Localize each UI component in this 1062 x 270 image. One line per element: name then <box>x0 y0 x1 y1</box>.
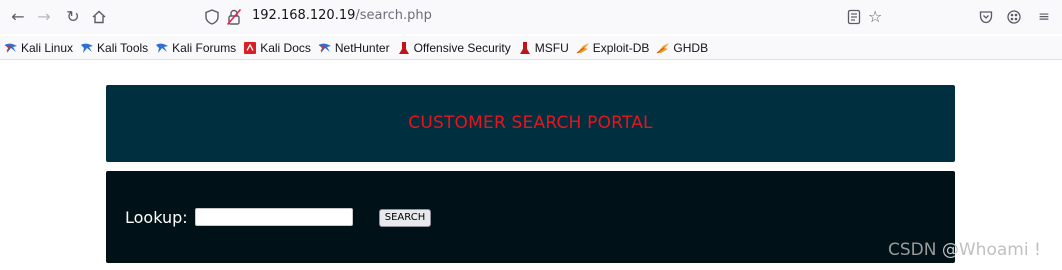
bookmark-label: MSFU <box>534 40 569 55</box>
bookmark-kali-linux[interactable]: Kali Linux <box>4 41 73 55</box>
bookmark-msfu[interactable]: MSFU <box>518 41 569 55</box>
hamburger-menu-icon[interactable]: ≡ <box>1034 7 1054 27</box>
page-title: CUSTOMER SEARCH PORTAL <box>408 113 653 133</box>
lookup-input[interactable] <box>195 208 353 226</box>
bookmark-label: Kali Tools <box>97 40 149 55</box>
kali-dragon-icon <box>4 41 18 55</box>
pocket-icon[interactable] <box>976 7 996 27</box>
bookmark-offensive-security[interactable]: Offensive Security <box>397 41 511 55</box>
bookmark-label: NetHunter <box>334 40 390 55</box>
url-host: 192.168.120.19 <box>252 8 356 23</box>
extensions-icon[interactable] <box>1004 7 1024 27</box>
back-arrow-icon[interactable]: ← <box>8 7 28 27</box>
kali-dragon-icon <box>80 41 94 55</box>
home-icon[interactable] <box>89 7 109 27</box>
url-text[interactable]: 192.168.120.19/search.php <box>252 8 432 23</box>
browser-toolbar: ← → ↻ 192.168.120.19/search.php ☆ ≡ <box>0 0 1062 34</box>
bookmark-label: Kali Docs <box>260 40 311 55</box>
bookmark-label: Kali Linux <box>21 40 74 55</box>
bookmark-nethunter[interactable]: NetHunter <box>318 41 390 55</box>
search-form: Lookup: SEARCH <box>106 171 955 263</box>
offsec-icon <box>397 41 411 55</box>
bookmark-label: GHDB <box>673 40 709 55</box>
bookmark-label: Offensive Security <box>413 40 511 55</box>
bookmark-label: Kali Forums <box>172 40 237 55</box>
reader-view-icon[interactable] <box>846 9 862 25</box>
bookmark-ghdb[interactable]: GHDB <box>656 41 708 55</box>
exploitdb-icon <box>656 41 670 55</box>
bookmarks-bar: Kali Linux Kali Tools Kali Forums Kali D… <box>0 36 1062 60</box>
exploitdb-icon <box>576 41 590 55</box>
offsec-icon <box>518 41 532 55</box>
portal-header: CUSTOMER SEARCH PORTAL <box>106 85 955 162</box>
watermark: CSDN @Whoami ! <box>888 240 1041 260</box>
bookmark-kali-tools[interactable]: Kali Tools <box>80 41 148 55</box>
watermark-handle: @Whoami ! <box>941 240 1041 260</box>
bookmark-label: Exploit-DB <box>592 40 650 55</box>
kali-dragon-icon <box>318 41 332 55</box>
bookmark-kali-forums[interactable]: Kali Forums <box>155 41 236 55</box>
kali-dragon-icon <box>155 41 169 55</box>
bookmark-kali-docs[interactable]: Kali Docs <box>243 41 311 55</box>
url-bar[interactable]: 192.168.120.19/search.php ☆ <box>196 3 896 31</box>
insecure-connection-icon[interactable] <box>226 8 242 26</box>
tracking-protection-shield-icon[interactable] <box>204 8 220 26</box>
bookmark-exploit-db[interactable]: Exploit-DB <box>576 40 650 55</box>
reload-icon[interactable]: ↻ <box>63 7 83 27</box>
kali-docs-icon <box>243 41 257 55</box>
lookup-label: Lookup: <box>125 208 188 227</box>
forward-arrow-icon[interactable]: → <box>34 7 54 27</box>
url-path: /search.php <box>355 8 432 23</box>
watermark-csdn: CSDN <box>888 240 937 260</box>
bookmark-star-icon[interactable]: ☆ <box>868 7 882 26</box>
search-button[interactable]: SEARCH <box>379 209 431 227</box>
